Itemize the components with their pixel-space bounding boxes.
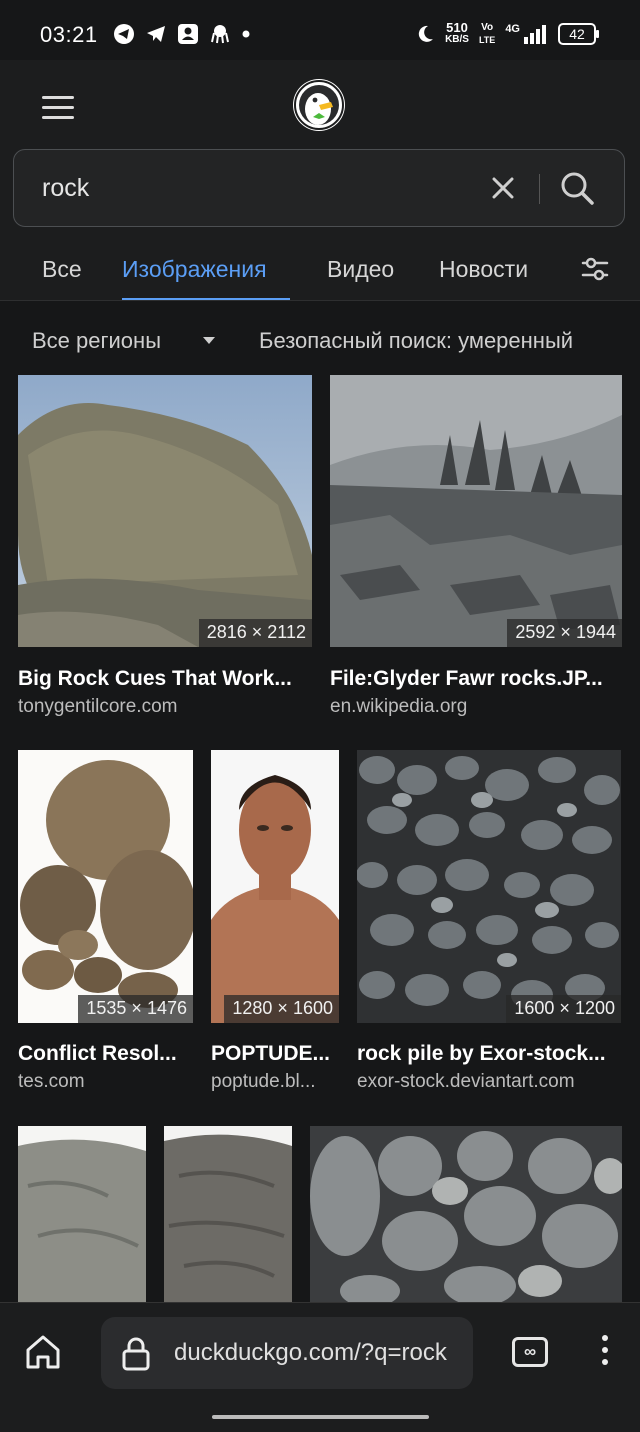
browser-toolbar: duckduckgo.com/?q=rock ∞ [0, 1302, 640, 1432]
image-result[interactable]: 1600 × 1200 rock pile by Exor-stock... e… [357, 750, 621, 1095]
mountain-rocks-image [330, 375, 622, 647]
result-source[interactable]: tes.com [18, 1071, 193, 1093]
tab-news[interactable]: Новости [439, 256, 543, 283]
river-stones-image [310, 1126, 622, 1302]
result-title[interactable]: Conflict Resol... [18, 1042, 193, 1066]
image-dimensions: 2592 × 1944 [507, 619, 622, 647]
image-result[interactable] [164, 1126, 292, 1302]
net-speed: 510 KB/S [445, 20, 469, 46]
system-icons: 510 KB/S Vo LTE 4G 42 [415, 20, 599, 46]
net-speed-unit: KB/S [445, 34, 469, 45]
search-tabs: Все Изображения Видео Новости [0, 250, 640, 301]
portrait-image [211, 750, 339, 1023]
pebbles-image [357, 750, 621, 1023]
signal-icon [524, 25, 546, 44]
image-dimensions: 1280 × 1600 [224, 995, 339, 1023]
image-dimensions: 2816 × 2112 [198, 619, 312, 647]
dot-icon [242, 30, 250, 38]
search-header: rock Все Изображения Видео Новости [0, 60, 640, 301]
battery-level: 42 [569, 26, 585, 42]
stacked-rocks-image [18, 750, 193, 1023]
image-result[interactable]: 1280 × 1600 POPTUDE... poptude.bl... [211, 750, 339, 1095]
result-image[interactable] [357, 750, 621, 1023]
volte-top: Vo [481, 22, 494, 33]
search-box[interactable]: rock [13, 149, 625, 227]
gesture-bar[interactable] [212, 1415, 429, 1419]
address-bar[interactable]: duckduckgo.com/?q=rock [101, 1317, 473, 1389]
region-filter[interactable]: Все регионы [32, 328, 161, 354]
image-dimensions: 1600 × 1200 [506, 995, 621, 1023]
chevron-down-icon[interactable] [203, 337, 215, 344]
home-icon[interactable] [24, 1333, 62, 1371]
contact-icon [178, 24, 198, 44]
image-dimensions: 1535 × 1476 [78, 995, 193, 1023]
volte-badge: Vo LTE [479, 22, 495, 46]
result-source[interactable]: tonygentilcore.com [18, 696, 312, 718]
volte-bottom: LTE [478, 35, 496, 45]
telegram-icon [114, 24, 134, 44]
tab-all[interactable]: Все [42, 256, 82, 283]
lock-icon [122, 1337, 150, 1371]
network-type: 4G [505, 23, 520, 35]
tab-videos[interactable]: Видео [327, 256, 394, 283]
result-image[interactable] [164, 1126, 292, 1302]
overflow-menu-icon[interactable] [602, 1335, 610, 1371]
result-image[interactable] [330, 375, 622, 647]
search-icon[interactable] [558, 169, 596, 207]
result-title[interactable]: Big Rock Cues That Work... [18, 667, 312, 691]
net-speed-value: 510 [446, 20, 468, 35]
status-bar: 03:21 510 KB/S Vo LTE 4G 42 [0, 0, 640, 60]
url-text[interactable]: duckduckgo.com/?q=rock [174, 1339, 447, 1367]
result-image[interactable] [310, 1126, 622, 1302]
result-title[interactable]: POPTUDE... [211, 1042, 339, 1066]
safe-search-filter[interactable]: Безопасный поиск: умеренный [259, 328, 573, 354]
image-result[interactable]: 2592 × 1944 File:Glyder Fawr rocks.JP...… [330, 375, 622, 720]
tab-images[interactable]: Изображения [122, 256, 267, 283]
filters-icon[interactable] [580, 254, 610, 284]
search-input[interactable]: rock [42, 174, 89, 203]
image-result[interactable] [18, 1126, 146, 1302]
octopus-icon [211, 25, 229, 44]
result-title[interactable]: File:Glyder Fawr rocks.JP... [330, 667, 622, 691]
notification-icons [113, 23, 251, 45]
result-title[interactable]: rock pile by Exor-stock... [357, 1042, 621, 1066]
clear-icon[interactable] [490, 174, 516, 202]
moon-icon [418, 25, 434, 42]
duck-icon [294, 80, 344, 130]
send-icon [147, 26, 165, 42]
image-result[interactable] [310, 1126, 622, 1302]
tabs-switcher-icon[interactable]: ∞ [512, 1337, 548, 1367]
boulder-image [18, 375, 312, 647]
result-source[interactable]: poptude.bl... [211, 1071, 339, 1093]
image-result[interactable]: 1535 × 1476 Conflict Resol... tes.com [18, 750, 193, 1095]
result-image[interactable] [18, 1126, 146, 1302]
image-result[interactable]: 2816 × 2112 Big Rock Cues That Work... t… [18, 375, 312, 720]
hamburger-menu-icon[interactable] [42, 96, 74, 126]
filter-bar: Все регионы Безопасный поиск: умеренный [0, 300, 640, 370]
result-source[interactable]: exor-stock.deviantart.com [357, 1071, 621, 1093]
dark-rock-surface-image [164, 1126, 292, 1302]
duckduckgo-logo[interactable] [293, 79, 345, 131]
rock-surface-image [18, 1126, 146, 1302]
battery-icon: 42 [558, 23, 599, 45]
result-source[interactable]: en.wikipedia.org [330, 696, 622, 718]
search-divider [539, 174, 540, 204]
status-time: 03:21 [40, 22, 98, 47]
result-image[interactable] [18, 375, 312, 647]
result-image[interactable] [211, 750, 339, 1023]
result-image[interactable] [18, 750, 193, 1023]
